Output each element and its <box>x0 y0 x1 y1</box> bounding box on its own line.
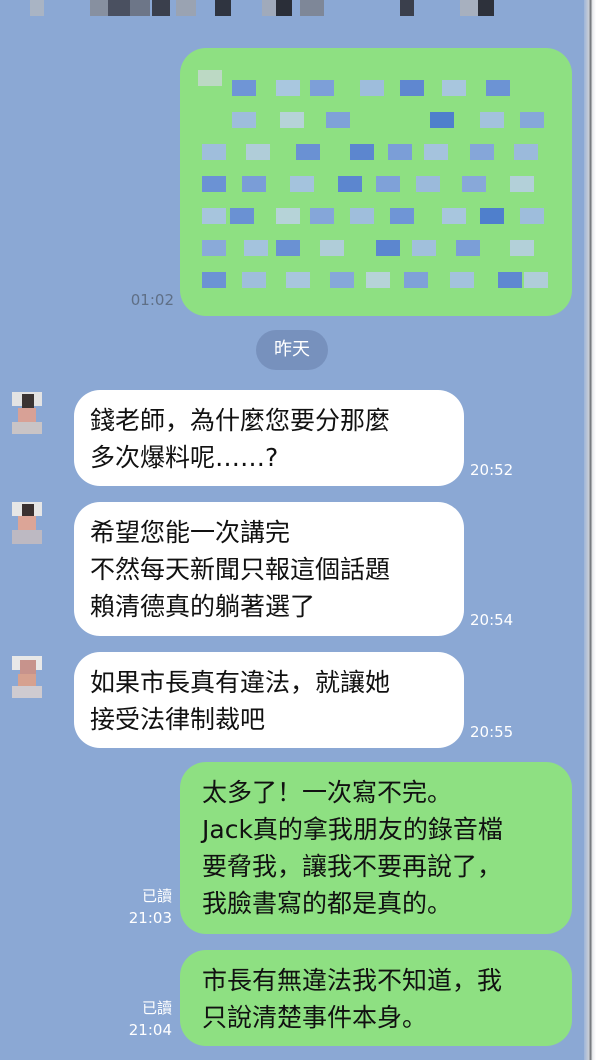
timestamp: 20:52 <box>470 461 514 479</box>
message-bubble: 如果市長真有違法，就讓她 接受法律制裁吧 <box>74 652 464 748</box>
read-receipt: 已讀 <box>141 999 172 1017</box>
date-separator: 昨天 <box>256 330 328 370</box>
message-bubble: 市長有無違法我不知道，我 只說清楚事件本身。 <box>180 950 572 1046</box>
timestamp: 20:54 <box>470 611 514 629</box>
avatar[interactable] <box>12 392 42 434</box>
timestamp: 01:02 <box>130 291 174 309</box>
timestamp: 21:04 <box>128 1021 172 1039</box>
avatar[interactable] <box>12 656 42 698</box>
message-bubble: 希望您能一次講完 不然每天新聞只報這個話題 賴清德真的躺著選了 <box>74 502 464 636</box>
censored-message-bubble <box>180 48 572 316</box>
screen-edge <box>584 0 596 1060</box>
avatar[interactable] <box>12 502 42 544</box>
timestamp: 20:55 <box>470 723 514 741</box>
read-receipt: 已讀 <box>141 887 172 905</box>
censored-header <box>0 0 580 20</box>
timestamp: 21:03 <box>128 909 172 927</box>
message-bubble: 錢老師，為什麼您要分那麼 多次爆料呢……? <box>74 390 464 486</box>
message-bubble: 太多了！一次寫不完。 Jack真的拿我朋友的錄音檔 要脅我，讓我不要再說了， 我… <box>180 762 572 934</box>
